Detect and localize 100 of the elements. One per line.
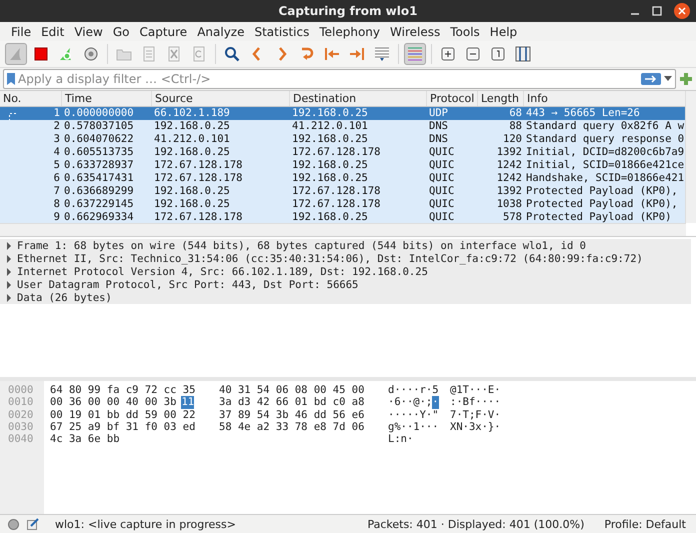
hex-bytes[interactable]: 37 89 54 3b 46 dd 56 e6 [219,408,364,421]
hex-bytes[interactable]: 4c 3a 6e bb [50,433,120,446]
profile-label[interactable]: Profile: Default [604,518,686,530]
display-filter-field[interactable]: Apply a display filter … <Ctrl-/> [3,69,676,89]
packet-row[interactable]: 7 0.636689299 192.168.0.25 172.67.128.178 QUIC 1392 Protected Payload (KP0), [0,185,686,198]
packet-protocol: QUIC [429,172,454,184]
packet-destination: 172.67.128.178 [292,146,381,158]
menu-item[interactable]: Statistics [249,24,314,38]
pencil-icon[interactable] [27,518,39,530]
packet-row[interactable]: 4 0.605513735 192.168.0.25 172.67.128.178 QUIC 1392 Initial, DCID=d8200c6b7a9 [0,146,686,159]
ascii-bytes[interactable]: @1T···E· [450,384,501,396]
menu-item[interactable]: Analyze [192,24,250,38]
ascii-bytes[interactable]: 7·T;F·V· [450,408,501,421]
expand-arrow-icon[interactable] [6,294,12,302]
byte-offset: 0000 [8,384,34,396]
dropdown-caret-icon[interactable] [664,76,672,82]
packet-destination: 192.168.0.25 [292,172,368,184]
plus-icon[interactable] [680,73,692,85]
curved-arrow-icon [299,46,315,62]
packet-time: 0.633728937 [64,159,134,171]
detail-text: Data (26 bytes) [17,292,112,304]
packet-row[interactable]: 5 0.633728937 172.67.128.178 192.168.0.25 QUIC 1242 Initial, SCID=01866e421ce [0,159,686,172]
packet-row[interactable]: 3 0.604070622 41.212.0.101 192.168.0.25 DNS 120 Standard query response 0 [0,133,686,146]
column-header[interactable]: Protocol [427,91,478,106]
packet-time: 0.000000000 [64,107,134,119]
close-icon[interactable] [674,3,690,19]
detail-tree-item[interactable]: Ethernet II, Src: Technico_31:54:06 (cc:35:40:31:54:06), Dst: IntelCor_fa:c9:72 (64:80:99:fa:c9:72) [0,252,691,265]
packet-length: 1242 [496,159,522,171]
ascii-bytes[interactable]: ·6··@·; [388,396,432,409]
menu-item[interactable]: Capture [134,24,192,38]
menu-item[interactable]: Telephony [314,24,386,38]
detail-tree-item[interactable]: Internet Protocol Version 4, Src: 66.102.1.189, Dst: 192.168.0.25 [0,265,691,278]
detail-tree-item[interactable]: User Datagram Protocol, Src Port: 443, Dst Port: 56665 [0,278,691,291]
bookmark-icon[interactable] [7,73,15,85]
shark-fin-icon [8,46,24,62]
packet-destination: 172.67.128.178 [292,185,381,197]
packet-number: 7 [54,185,60,197]
column-header[interactable]: Destination [290,91,427,106]
packet-length: 68 [509,107,522,119]
packet-number: 5 [54,159,60,171]
detail-tree-item[interactable]: Data (26 bytes) [0,291,691,304]
packet-destination: 192.168.0.25 [292,159,368,171]
menu-item[interactable]: Tools [445,24,485,38]
packet-length: 88 [509,120,522,132]
column-header[interactable]: Length [478,91,524,106]
ascii-bytes[interactable]: XN·3x·}· [450,420,501,434]
ascii-bytes[interactable]: g%··1··· [388,420,439,434]
detail-tree-item[interactable]: Frame 1: 68 bytes on wire (544 bits), 68 bytes captured (544 bits) on interface wlo1, id 0 [0,239,691,252]
packet-info: Standard query 0x82f6 A w [526,120,684,132]
ascii-bytes[interactable]: d····r·5 [388,384,439,396]
packet-destination: 172.67.128.178 [292,198,381,210]
vertical-scrollbar[interactable] [685,91,696,223]
column-header[interactable]: No. [0,91,62,106]
menu-item[interactable]: Edit [36,24,70,38]
ascii-bytes[interactable]: :·Bf···· [450,396,501,409]
packet-number: 3 [54,133,60,145]
jump-last-icon [349,46,365,62]
horizontal-scrollbar[interactable] [0,223,686,236]
zoom-in-icon [440,46,456,62]
hex-bytes[interactable]: 58 4e a2 33 78 e8 7d 06 [219,420,364,434]
byte-offset: 0030 [8,420,34,434]
expand-arrow-icon[interactable] [6,280,12,288]
packet-row[interactable]: 2 0.578037105 192.168.0.25 41.212.0.101 DNS 88 Standard query 0x82f6 A w [0,120,686,133]
menu-item[interactable]: Go [108,24,134,38]
packet-row[interactable]: 1 0.000000000 66.102.1.189 192.168.0.25 UDP 68 443 → 56665 Len=26 [0,107,686,120]
hex-bytes[interactable]: 00 19 01 bb dd 59 00 22 [50,408,196,421]
column-header[interactable]: Time [62,91,152,106]
menu-item[interactable]: Help [484,24,522,38]
hex-bytes[interactable]: 40 31 54 06 08 00 45 00 [219,384,364,396]
hex-bytes[interactable]: 11 [181,396,194,409]
maximize-icon[interactable] [652,6,662,16]
zoom-reset-icon [490,46,506,62]
hex-bytes[interactable]: 00 36 00 00 40 00 3b [50,396,176,409]
status-circle-icon[interactable] [8,518,19,530]
packet-info: Handshake, SCID=01866e421 [526,172,684,184]
menu-item[interactable]: View [69,24,108,38]
byte-offset: 0010 [8,396,34,409]
packet-row[interactable]: 6 0.635417431 172.67.128.178 192.168.0.25 QUIC 1242 Handshake, SCID=01866e421 [0,172,686,185]
menu-item[interactable]: Wireless [385,24,446,38]
menu-item[interactable]: File [6,24,36,38]
hex-bytes[interactable]: 3a d3 42 66 01 bd c0 a8 [219,396,364,409]
ascii-bytes[interactable]: ·····Y·" [388,408,439,421]
packet-number: 2 [54,120,60,132]
filter-text-input[interactable]: Apply a display filter … <Ctrl-/> [18,72,638,86]
ascii-bytes[interactable]: · [432,396,439,409]
packet-info: Protected Payload (KP0), [526,185,678,197]
expand-arrow-icon[interactable] [6,268,12,276]
packet-source: 172.67.128.178 [154,159,243,171]
packet-length: 1038 [496,198,522,210]
expand-arrow-icon[interactable] [6,254,12,262]
hex-bytes[interactable]: 67 25 a9 bf 31 f0 03 ed [50,420,196,434]
packet-number: 1 [54,107,60,119]
ascii-bytes[interactable]: L:n· [388,433,414,446]
column-header[interactable]: Source [152,91,290,106]
list-scroll-icon [374,46,390,62]
packet-row[interactable]: 8 0.637229145 192.168.0.25 172.67.128.178 QUIC 1038 Protected Payload (KP0), [0,198,686,211]
packet-row[interactable]: 9 0.662969334 172.67.128.178 192.168.0.25 QUIC 578 Protected Payload (KP0) [0,211,686,224]
packet-protocol: QUIC [429,159,454,171]
expand-arrow-icon[interactable] [6,242,12,250]
hex-bytes[interactable]: 64 80 99 fa c9 72 cc 35 [50,384,196,396]
